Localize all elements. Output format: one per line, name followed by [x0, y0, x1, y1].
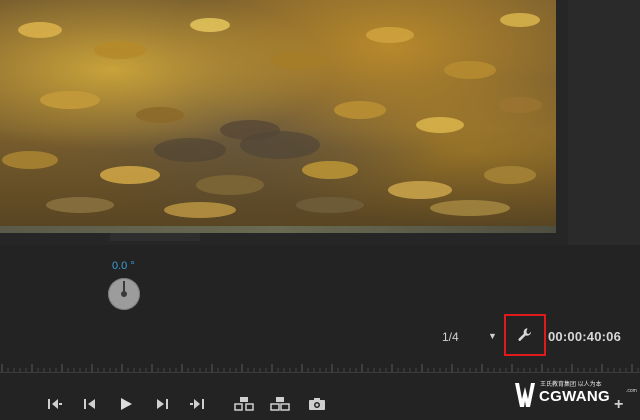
playback-resolution[interactable]: 1/4	[442, 330, 459, 344]
lift-button[interactable]	[232, 392, 256, 416]
playhead-timecode[interactable]: 00:00:40:06	[548, 329, 621, 344]
settings-wrench-button[interactable]	[504, 314, 546, 356]
step-back-icon	[84, 399, 95, 409]
step-forward-icon	[157, 399, 168, 409]
go-to-out-icon	[190, 399, 204, 409]
chevron-down-icon[interactable]: ▼	[488, 331, 497, 341]
rotation-angle-value[interactable]: 0.0 °	[112, 260, 135, 272]
dial-hub	[121, 291, 127, 297]
go-to-out-button[interactable]	[186, 392, 208, 416]
step-back-button[interactable]	[80, 392, 100, 416]
ruler-ticks	[1, 364, 639, 372]
camera-icon	[309, 398, 325, 410]
go-to-in-icon	[48, 399, 62, 409]
watermark-suffix: .com	[626, 388, 637, 394]
add-button[interactable]: +	[614, 396, 623, 414]
watermark-chinese-text: 王氏教育集团 以人为本	[540, 382, 602, 388]
time-ruler[interactable]	[0, 362, 640, 376]
play-button[interactable]	[116, 392, 136, 416]
video-preview[interactable]	[0, 0, 556, 233]
ruler-baseline	[0, 372, 640, 373]
lift-icon	[234, 397, 254, 411]
wrench-icon	[518, 328, 532, 341]
watermark-brand: CGWANG	[539, 388, 610, 405]
extract-button[interactable]	[268, 392, 292, 416]
play-icon	[121, 398, 132, 410]
preview-bottom-edge	[0, 226, 556, 233]
go-to-in-button[interactable]	[44, 392, 66, 416]
extract-icon	[270, 397, 290, 411]
rotation-dial[interactable]	[108, 278, 140, 310]
cgwang-logo-icon	[515, 383, 535, 407]
step-forward-button[interactable]	[152, 392, 172, 416]
autumn-leaves-image	[2, 13, 542, 218]
export-frame-button[interactable]	[306, 392, 328, 416]
monitor-side-panel	[568, 0, 640, 245]
preview-scroll-tab[interactable]	[110, 233, 200, 241]
